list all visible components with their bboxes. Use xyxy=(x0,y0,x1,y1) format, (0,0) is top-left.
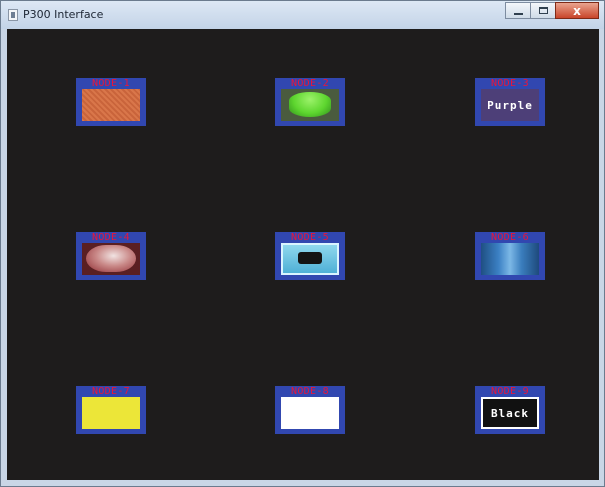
node-label: NODE-8 xyxy=(291,386,329,397)
node-image-purple-swatch: Purple xyxy=(481,89,539,121)
node-tile-9[interactable]: NODE-9 Black xyxy=(475,386,545,434)
node-tile-8[interactable]: NODE-8 xyxy=(275,386,345,434)
node-image-yellow-swatch xyxy=(82,397,140,429)
green-bowl-shape xyxy=(289,92,331,117)
node-image-blue-bottle xyxy=(481,243,539,275)
stimulus-canvas: NODE-1 NODE-2 NODE-3 Purple NODE-4 NODE-… xyxy=(7,29,599,480)
node-label: NODE-2 xyxy=(291,78,329,89)
node-label: NODE-6 xyxy=(491,232,529,243)
node-label: NODE-9 xyxy=(491,386,529,397)
close-button[interactable]: x xyxy=(555,2,599,19)
node-tile-1[interactable]: NODE-1 xyxy=(76,78,146,126)
node-image-cushion xyxy=(82,243,140,275)
p300-window: P300 Interface x NODE-1 NODE-2 NODE-3 Pu… xyxy=(0,0,605,487)
cushion-shape xyxy=(86,245,136,272)
node-label: NODE-3 xyxy=(491,78,529,89)
swatch-text: Black xyxy=(490,406,530,420)
object-opening xyxy=(298,252,322,264)
node-label: NODE-5 xyxy=(291,232,329,243)
node-label: NODE-7 xyxy=(92,386,130,397)
node-tile-6[interactable]: NODE-6 xyxy=(475,232,545,280)
node-image-black-swatch: Black xyxy=(481,397,539,429)
swatch-text: Purple xyxy=(487,98,533,112)
app-window-icon xyxy=(8,9,18,21)
node-tile-4[interactable]: NODE-4 xyxy=(76,232,146,280)
node-image-white-swatch xyxy=(281,397,339,429)
window-title: P300 Interface xyxy=(23,8,104,21)
node-tile-3[interactable]: NODE-3 Purple xyxy=(475,78,545,126)
minimize-icon xyxy=(513,12,523,15)
title-bar[interactable]: P300 Interface x xyxy=(1,1,604,29)
node-image-light-blue-object xyxy=(281,243,339,275)
node-tile-7[interactable]: NODE-7 xyxy=(76,386,146,434)
node-image-orange-fabric xyxy=(82,89,140,121)
caption-buttons: x xyxy=(505,2,599,20)
node-image-green-bowl xyxy=(281,89,339,121)
close-icon: x xyxy=(573,3,581,18)
minimize-button[interactable] xyxy=(505,2,531,19)
node-label: NODE-4 xyxy=(92,232,130,243)
node-label: NODE-1 xyxy=(92,78,130,89)
maximize-icon xyxy=(538,7,548,14)
node-tile-2[interactable]: NODE-2 xyxy=(275,78,345,126)
node-tile-5[interactable]: NODE-5 xyxy=(275,232,345,280)
maximize-button[interactable] xyxy=(530,2,556,19)
